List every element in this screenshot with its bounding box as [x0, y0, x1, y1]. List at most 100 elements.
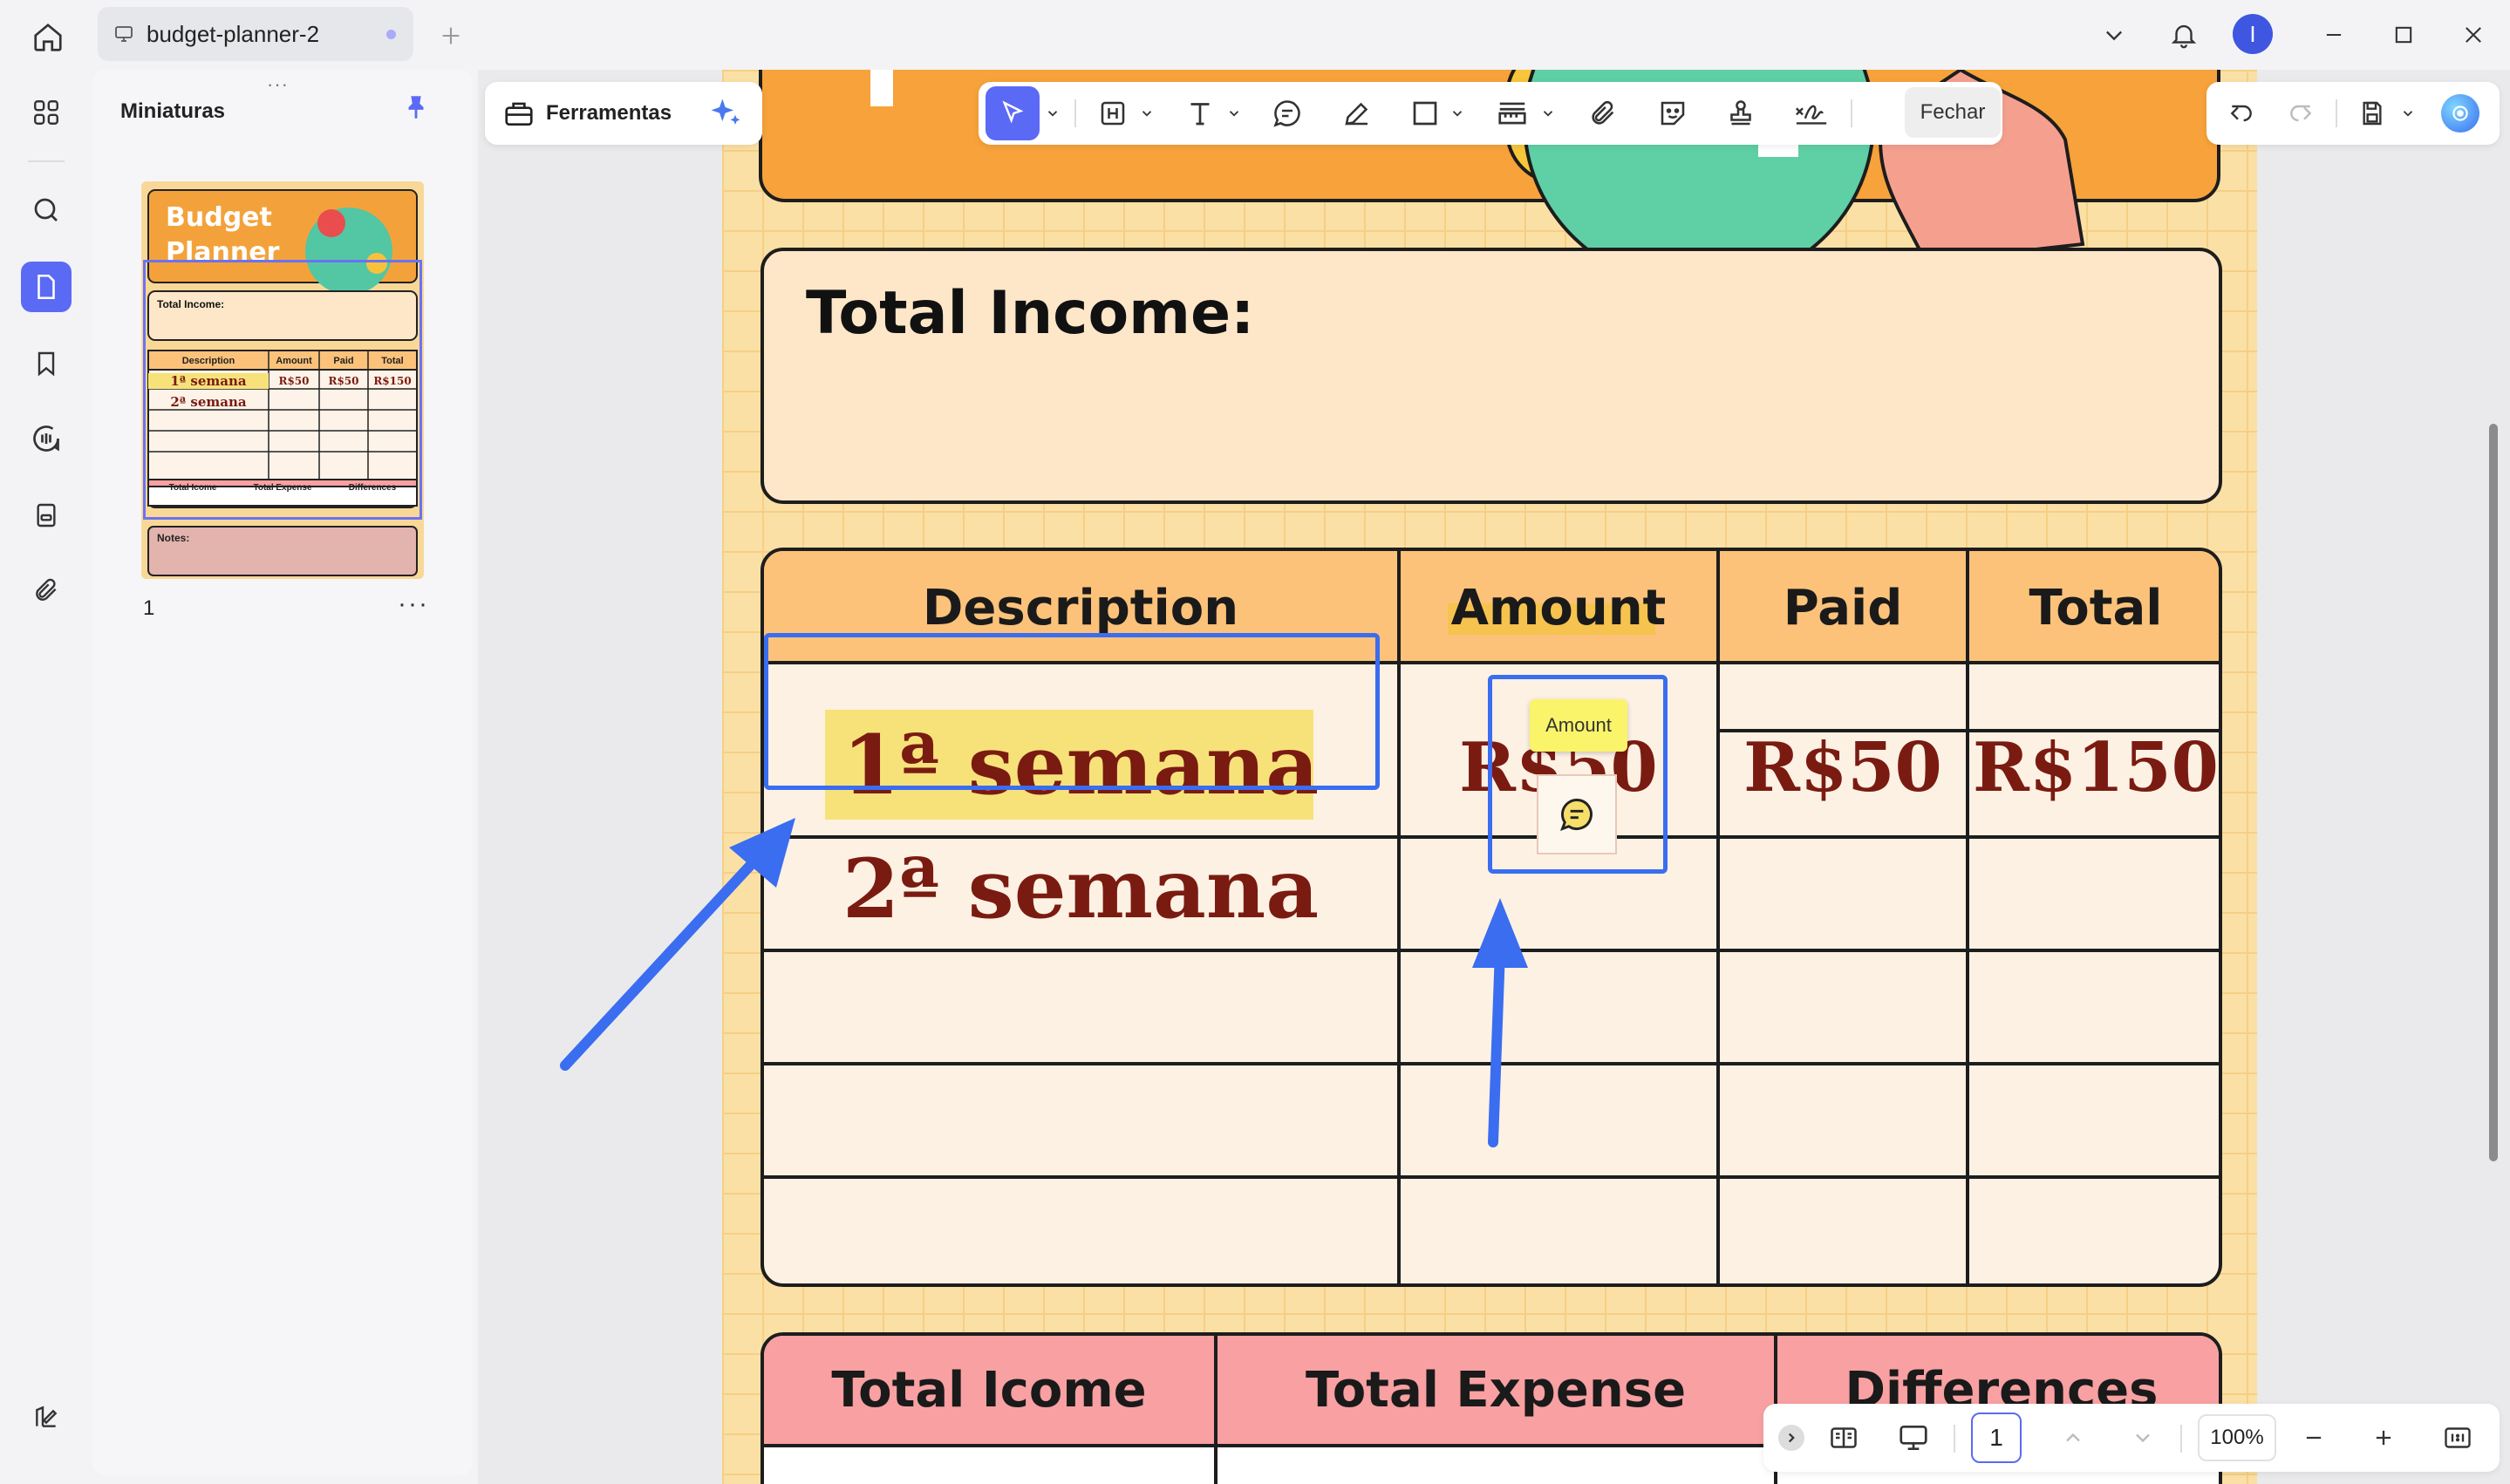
history-bar	[2206, 82, 2500, 145]
chevron-right-icon	[1778, 1425, 1804, 1451]
attachment-icon[interactable]	[21, 565, 72, 616]
zoom-out-button[interactable]	[2292, 1411, 2336, 1465]
document-tab[interactable]: budget-planner-2	[98, 7, 413, 61]
zoom-level-value: 100%	[2210, 1426, 2264, 1449]
presentation-icon	[1900, 1425, 1927, 1451]
apps-grid-icon[interactable]	[21, 87, 72, 138]
toolbar-divider	[1074, 99, 1076, 127]
pin-icon[interactable]	[401, 92, 431, 122]
row-divider	[764, 1175, 2219, 1179]
minus-icon	[2306, 1436, 2322, 1440]
user-avatar[interactable]: I	[2233, 14, 2273, 54]
reading-mode-button[interactable]	[1819, 1411, 1868, 1465]
unsaved-dot	[386, 30, 396, 39]
page-number-input[interactable]: 1	[1971, 1413, 2022, 1463]
form-fields-icon[interactable]	[21, 490, 72, 541]
cursor-icon	[1002, 100, 1024, 124]
save-icon	[2363, 101, 2382, 126]
tools-label: Ferramentas	[546, 101, 672, 125]
stamp-tool[interactable]	[1716, 86, 1765, 140]
chevron-down-icon[interactable]	[1540, 106, 1556, 121]
row1-total: R$150	[1973, 728, 2219, 807]
new-tab-icon[interactable]	[431, 16, 471, 56]
text-tool[interactable]	[1176, 86, 1224, 140]
chevron-down-icon[interactable]	[2400, 106, 2416, 121]
highlighter-icon	[1101, 101, 1125, 126]
tab-title: budget-planner-2	[147, 20, 320, 47]
toolbar-divider	[2180, 1425, 2182, 1453]
highlight-tool[interactable]	[1088, 86, 1137, 140]
previous-page-button[interactable]	[2051, 1411, 2095, 1465]
collapse-bar-button[interactable]	[1772, 1411, 1811, 1465]
close-window-icon[interactable]	[2447, 9, 2500, 61]
toolbar-divider	[2336, 99, 2337, 127]
close-annotation-button[interactable]: Fechar	[1905, 87, 2001, 138]
actual-size-button[interactable]	[2433, 1411, 2482, 1465]
chevron-down-icon[interactable]	[1139, 106, 1155, 121]
measure-tool[interactable]	[1488, 86, 1537, 140]
highlight-box-amount	[1488, 675, 1668, 874]
left-rail	[0, 70, 91, 1484]
home-icon[interactable]	[26, 16, 70, 59]
select-tool[interactable]	[986, 86, 1040, 140]
vertical-scrollbar[interactable]	[2489, 424, 2498, 1161]
chevron-down-icon[interactable]	[1449, 106, 1465, 121]
tools-button[interactable]: Ferramentas	[502, 91, 672, 136]
close-annotation-label: Fechar	[1920, 100, 1986, 124]
thumbnail-viewport-indicator	[143, 260, 422, 520]
redo-button[interactable]	[2276, 86, 2325, 140]
save-button[interactable]	[2348, 86, 2397, 140]
summary-header-income: Total Icome	[831, 1361, 1147, 1419]
row1-paid: R$50	[1743, 728, 1942, 807]
minimize-icon[interactable]	[2308, 9, 2360, 61]
zoom-level[interactable]: 100%	[2198, 1414, 2276, 1461]
sidebar-settings-icon[interactable]	[21, 1392, 72, 1442]
undo-button[interactable]	[2217, 86, 2266, 140]
maximize-icon[interactable]	[2377, 9, 2430, 61]
comment-tool[interactable]	[1263, 86, 1312, 140]
title-bar: budget-planner-2 I	[0, 0, 2510, 70]
chevron-up-icon	[2066, 1433, 2080, 1442]
page-thumbnails-icon[interactable]	[21, 262, 72, 312]
chevron-down-icon[interactable]	[1045, 106, 1061, 121]
ai-assistant-button[interactable]	[2433, 86, 2487, 140]
toolbar-divider	[1851, 99, 1852, 127]
signature-tool[interactable]	[1784, 86, 1838, 140]
chevron-down-icon	[2136, 1433, 2150, 1443]
header-paid: Paid	[1783, 579, 1903, 636]
ai-sparkle-icon[interactable]	[706, 94, 745, 133]
search-icon[interactable]	[21, 185, 72, 235]
tabs-dropdown-icon[interactable]	[2088, 9, 2140, 61]
sticker-tool[interactable]	[1648, 86, 1697, 140]
attach-tool[interactable]	[1579, 86, 1627, 140]
signature-icon	[1795, 105, 1827, 125]
panel-drag-handle[interactable]: ···	[267, 73, 289, 96]
monitor-icon	[113, 24, 134, 44]
rail-divider	[28, 160, 65, 162]
text-icon	[1190, 103, 1210, 126]
panel-title: Miniaturas	[120, 99, 226, 123]
next-page-button[interactable]	[2121, 1411, 2165, 1465]
thumbnail-more-button[interactable]: ···	[398, 589, 429, 619]
undo-icon	[2230, 105, 2252, 122]
pen-tool[interactable]	[1333, 86, 1381, 140]
rectangle-icon	[1413, 101, 1437, 126]
stamp-icon	[1730, 100, 1751, 126]
page-navigation-bar: 1 100%	[1763, 1404, 2500, 1472]
shape-tool[interactable]	[1401, 86, 1449, 140]
thumb-notes: Notes:	[157, 532, 190, 544]
comment-tool-icon	[1273, 100, 1300, 127]
pen-icon	[1345, 102, 1368, 126]
book-icon	[1831, 1427, 1857, 1448]
page-number-value: 1	[1989, 1424, 2003, 1451]
comments-icon[interactable]	[21, 413, 72, 464]
paperclip-icon	[1592, 100, 1614, 125]
chevron-down-icon[interactable]	[1226, 106, 1242, 121]
notification-bell-icon[interactable]	[2158, 9, 2210, 61]
sticker-icon	[1661, 101, 1685, 126]
presentation-button[interactable]	[1889, 1411, 1938, 1465]
header-total: Total	[2029, 579, 2163, 636]
arrow-to-description	[560, 818, 795, 1071]
bookmark-icon[interactable]	[21, 338, 72, 389]
zoom-in-button[interactable]	[2362, 1411, 2405, 1465]
